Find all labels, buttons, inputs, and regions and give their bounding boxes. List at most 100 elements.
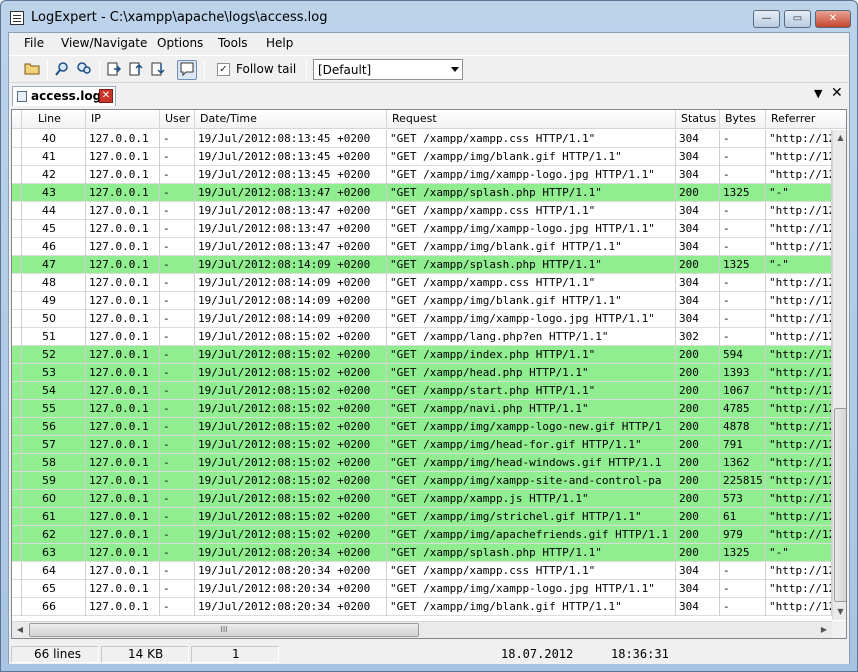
table-row[interactable]: 59 127.0.0.1-19/Jul/2012:08:15:02 +0200 "G…	[12, 472, 832, 490]
row-gutter[interactable]	[12, 472, 22, 490]
scroll-right-icon[interactable]: ▶	[816, 622, 832, 638]
next-bookmark-icon[interactable]	[127, 61, 145, 79]
scroll-down-icon[interactable]: ▼	[833, 604, 846, 620]
title-bar[interactable]: LogExpert - C:\xampp\apache\logs\access.…	[1, 1, 857, 32]
table-row[interactable]: 61 127.0.0.1-19/Jul/2012:08:15:02 +0200 "G…	[12, 508, 832, 526]
row-gutter[interactable]	[12, 166, 22, 184]
row-gutter[interactable]	[12, 238, 22, 256]
scroll-left-icon[interactable]: ◀	[12, 622, 28, 638]
bookmark-down-icon[interactable]	[149, 61, 167, 79]
open-folder-icon[interactable]	[23, 61, 41, 79]
row-gutter[interactable]	[12, 454, 22, 472]
highlight-group-select[interactable]: [Default]	[313, 59, 463, 80]
table-row[interactable]: 49 127.0.0.1-19/Jul/2012:08:14:09 +0200 "G…	[12, 292, 832, 310]
menu-options[interactable]: Options	[157, 36, 203, 50]
row-gutter[interactable]	[12, 598, 22, 616]
cell-referrer: "http://12	[766, 238, 832, 256]
table-row[interactable]: 44 127.0.0.1-19/Jul/2012:08:13:47 +0200 "G…	[12, 202, 832, 220]
row-gutter[interactable]	[12, 382, 22, 400]
status-date: 18.07.2012	[501, 647, 574, 661]
table-row[interactable]: 41 127.0.0.1-19/Jul/2012:08:13:45 +0200 "G…	[12, 148, 832, 166]
table-row[interactable]: 43 127.0.0.1-19/Jul/2012:08:13:47 +0200 "G…	[12, 184, 832, 202]
row-gutter[interactable]	[12, 184, 22, 202]
row-gutter[interactable]	[12, 292, 22, 310]
close-window-button[interactable]: ✕	[815, 10, 851, 28]
minimize-button[interactable]: —	[753, 10, 780, 28]
table-row[interactable]: 57 127.0.0.1-19/Jul/2012:08:15:02 +0200 "G…	[12, 436, 832, 454]
maximize-button[interactable]: ▭	[784, 10, 811, 28]
vertical-scroll-thumb[interactable]	[834, 408, 846, 602]
table-row[interactable]: 47 127.0.0.1-19/Jul/2012:08:14:09 +0200 "G…	[12, 256, 832, 274]
cell-datetime: 19/Jul/2012:08:15:02 +0200	[195, 472, 387, 490]
row-gutter[interactable]	[12, 400, 22, 418]
follow-tail-checkbox[interactable]: ✓	[217, 63, 230, 76]
table-row[interactable]: 45 127.0.0.1-19/Jul/2012:08:13:47 +0200 "G…	[12, 220, 832, 238]
column-header-request[interactable]: Request	[387, 110, 676, 129]
bubble-icon[interactable]	[177, 60, 197, 80]
table-row[interactable]: 48 127.0.0.1-19/Jul/2012:08:14:09 +0200 "G…	[12, 274, 832, 292]
row-gutter[interactable]	[12, 310, 22, 328]
table-row[interactable]: 56 127.0.0.1-19/Jul/2012:08:15:02 +0200 "G…	[12, 418, 832, 436]
logexpert-app-icon[interactable]	[10, 11, 24, 25]
table-row[interactable]: 50 127.0.0.1-19/Jul/2012:08:14:09 +0200 "G…	[12, 310, 832, 328]
close-tab-panel-icon[interactable]: ✕	[831, 85, 843, 101]
column-header-user[interactable]: User	[160, 110, 195, 129]
horizontal-scrollbar[interactable]: ◀ III ▶	[12, 621, 832, 638]
table-row[interactable]: 46 127.0.0.1-19/Jul/2012:08:13:47 +0200 "G…	[12, 238, 832, 256]
cell-bytes: 225815	[720, 472, 766, 490]
table-row[interactable]: 52 127.0.0.1-19/Jul/2012:08:15:02 +0200 "G…	[12, 346, 832, 364]
row-gutter[interactable]	[12, 346, 22, 364]
row-gutter[interactable]	[12, 562, 22, 580]
table-row[interactable]: 54 127.0.0.1-19/Jul/2012:08:15:02 +0200 "G…	[12, 382, 832, 400]
menu-tools[interactable]: Tools	[218, 36, 248, 50]
row-gutter[interactable]	[12, 544, 22, 562]
table-row[interactable]: 40 127.0.0.1-19/Jul/2012:08:13:45 +0200 "G…	[12, 130, 832, 148]
tab-close-icon[interactable]: ✕	[99, 89, 113, 103]
row-gutter[interactable]	[12, 364, 22, 382]
menu-help[interactable]: Help	[266, 36, 293, 50]
table-row[interactable]: 66 127.0.0.1-19/Jul/2012:08:20:34 +0200 "G…	[12, 598, 832, 616]
menu-view-navigate[interactable]: View/Navigate	[61, 36, 147, 50]
row-gutter[interactable]	[12, 526, 22, 544]
row-gutter[interactable]	[12, 490, 22, 508]
table-row[interactable]: 58 127.0.0.1-19/Jul/2012:08:15:02 +0200 "G…	[12, 454, 832, 472]
table-row[interactable]: 63 127.0.0.1-19/Jul/2012:08:20:34 +0200 "G…	[12, 544, 832, 562]
table-row[interactable]: 60 127.0.0.1-19/Jul/2012:08:15:02 +0200 "G…	[12, 490, 832, 508]
row-gutter[interactable]	[12, 130, 22, 148]
vertical-scrollbar[interactable]: ▲ ▼	[832, 130, 846, 620]
filter-icon[interactable]	[75, 61, 93, 79]
row-gutter[interactable]	[12, 508, 22, 526]
menu-file[interactable]: File	[24, 36, 44, 50]
row-gutter[interactable]	[12, 580, 22, 598]
row-gutter[interactable]	[12, 436, 22, 454]
table-row[interactable]: 65 127.0.0.1-19/Jul/2012:08:20:34 +0200 "G…	[12, 580, 832, 598]
tab-access-log[interactable]: access.log ✕	[12, 86, 116, 106]
column-header-bytes[interactable]: Bytes	[720, 110, 766, 129]
column-header-referrer[interactable]: Referrer	[766, 110, 846, 129]
table-row[interactable]: 42 127.0.0.1-19/Jul/2012:08:13:45 +0200 "G…	[12, 166, 832, 184]
row-gutter[interactable]	[12, 328, 22, 346]
search-icon[interactable]	[53, 61, 71, 79]
horizontal-scroll-thumb[interactable]: III	[29, 623, 419, 637]
table-row[interactable]: 55 127.0.0.1-19/Jul/2012:08:15:02 +0200 "G…	[12, 400, 832, 418]
row-gutter[interactable]	[12, 220, 22, 238]
row-gutter[interactable]	[12, 418, 22, 436]
tab-list-dropdown-icon[interactable]: ▼	[814, 87, 822, 100]
column-header-status[interactable]: Status	[676, 110, 720, 129]
column-header-datetime[interactable]: Date/Time	[195, 110, 387, 129]
row-gutter[interactable]	[12, 256, 22, 274]
table-row[interactable]: 62 127.0.0.1-19/Jul/2012:08:15:02 +0200 "G…	[12, 526, 832, 544]
previous-bookmark-icon[interactable]	[105, 61, 123, 79]
row-gutter[interactable]	[12, 202, 22, 220]
follow-tail-label[interactable]: Follow tail	[236, 62, 296, 76]
table-row[interactable]: 53 127.0.0.1-19/Jul/2012:08:15:02 +0200 "G…	[12, 364, 832, 382]
table-row[interactable]: 51 127.0.0.1-19/Jul/2012:08:15:02 +0200 "G…	[12, 328, 832, 346]
column-header-ip[interactable]: IP	[86, 110, 160, 129]
scroll-up-icon[interactable]: ▲	[833, 130, 846, 146]
row-gutter[interactable]	[12, 148, 22, 166]
table-row[interactable]: 64 127.0.0.1-19/Jul/2012:08:20:34 +0200 "G…	[12, 562, 832, 580]
column-header-line[interactable]: Line	[22, 110, 86, 129]
log-grid[interactable]: Line IP User Date/Time Request Status By…	[11, 109, 847, 639]
cell-bytes: 1393	[720, 364, 766, 382]
row-gutter[interactable]	[12, 274, 22, 292]
